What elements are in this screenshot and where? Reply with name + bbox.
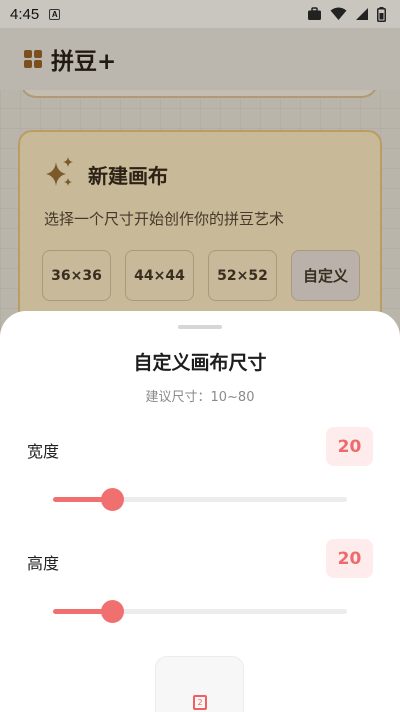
width-value: 20: [326, 427, 373, 466]
card-description: 选择一个尺寸开始创作你的拼豆艺术: [44, 210, 285, 228]
slider-thumb[interactable]: [100, 488, 124, 511]
size-options: 36×36 44×44 52×52 自定义: [42, 250, 360, 301]
signal-icon: [356, 8, 368, 20]
size-hint: 建议尺寸：10~80: [145, 390, 255, 405]
new-canvas-card: 新建画布 选择一个尺寸开始创作你的拼豆艺术 36×36 44×44 52×52 …: [18, 130, 382, 330]
size-52-button[interactable]: 52×52: [208, 250, 277, 301]
slider-thumb[interactable]: [100, 600, 124, 623]
app-header: 拼豆+: [0, 28, 400, 90]
status-bar: 4:45 A: [0, 0, 400, 28]
notification-a-icon: A: [49, 8, 61, 20]
card-title: 新建画布: [88, 164, 168, 188]
custom-size-sheet: 自定义画布尺寸 建议尺寸：10~80 宽度 20 高度 20 2: [0, 311, 400, 712]
width-label: 宽度: [27, 442, 60, 461]
size-36-button[interactable]: 36×36: [42, 250, 111, 301]
height-slider[interactable]: [53, 599, 347, 623]
status-time: 4:45: [10, 5, 40, 23]
app-title: 拼豆+: [51, 49, 117, 75]
sheet-title: 自定义画布尺寸: [133, 352, 267, 374]
height-value: 20: [326, 539, 373, 578]
height-label: 高度: [27, 554, 60, 573]
drag-handle[interactable]: [178, 325, 222, 329]
size-44-button[interactable]: 44×44: [125, 250, 194, 301]
battery-icon: [377, 6, 386, 22]
briefcase-icon: [308, 7, 321, 20]
width-slider[interactable]: [53, 487, 347, 511]
status-icons: [307, 6, 386, 22]
preview-button[interactable]: 2: [155, 656, 244, 712]
wifi-icon: [330, 7, 347, 20]
sparkle-icon: [46, 157, 73, 186]
app-logo-icon: [24, 50, 42, 68]
custom-size-button[interactable]: 自定义: [291, 250, 360, 301]
preview-icon: 2: [193, 695, 207, 710]
